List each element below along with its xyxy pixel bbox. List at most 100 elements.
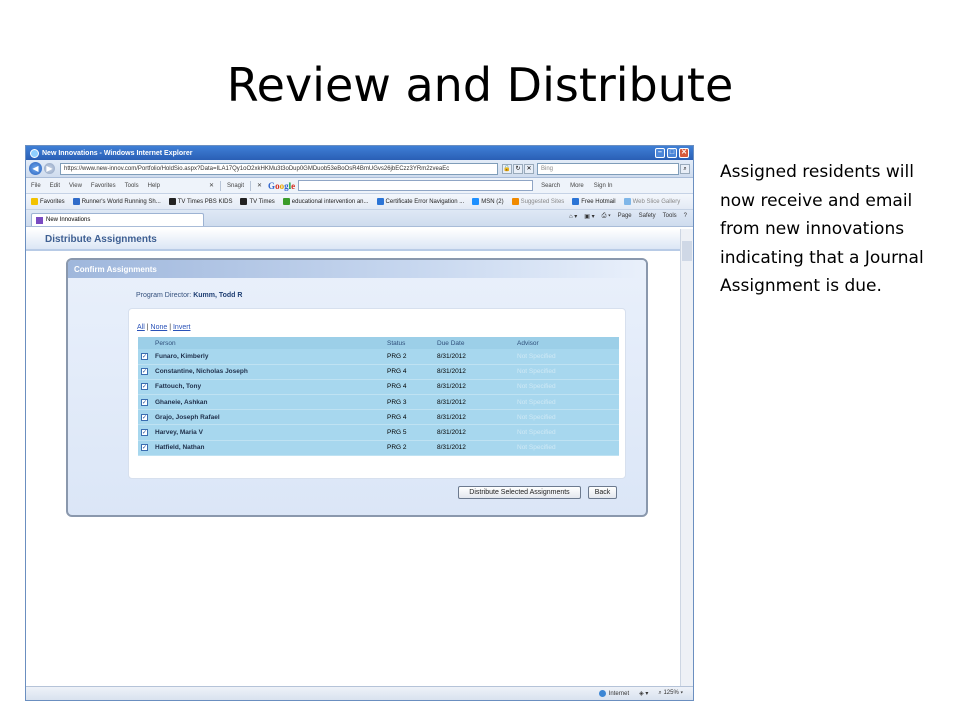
page-header: Distribute Assignments — [26, 229, 681, 251]
tv-icon — [168, 198, 176, 205]
status-bar: Internet ◈ ▾ ⌕ 125% ▾ — [26, 686, 693, 700]
search-icon[interactable]: ⌕ — [680, 163, 690, 174]
favorite-item[interactable]: Web Slice Gallery — [623, 198, 680, 205]
table-row: ✓ Ghaneie, Ashkan PRG 3 8/31/2012 Not Sp… — [138, 394, 619, 411]
minimize-button[interactable]: – — [655, 148, 665, 158]
confirm-panel: Confirm Assignments Program Director: Ku… — [66, 258, 648, 517]
row-checkbox[interactable]: ✓ — [141, 429, 148, 437]
command-bar: ⌂ ▾ ▣ ▾ ⎙ ▾ Page Safety Tools ? — [569, 213, 687, 220]
menu-file[interactable]: File — [31, 183, 41, 189]
table-row: ✓ Constantine, Nicholas Joseph PRG 4 8/3… — [138, 364, 619, 380]
url-input[interactable]: https://www.new-innov.com/Portfolio/Hold… — [60, 162, 498, 175]
stop-icon[interactable]: ✕ — [524, 163, 534, 174]
menu-help[interactable]: Help — [148, 183, 160, 189]
favorite-item[interactable]: MSN (2) — [472, 198, 504, 205]
person-name: Grajo, Joseph Rafael — [152, 409, 384, 426]
column-due-date: Due Date — [434, 337, 514, 349]
maximize-button[interactable]: □ — [667, 148, 677, 158]
status-cell: PRG 4 — [384, 364, 434, 380]
status-cell: PRG 2 — [384, 349, 434, 365]
person-name: Harvey, Maria V — [152, 424, 384, 441]
row-checkbox[interactable]: ✓ — [141, 352, 148, 360]
favorites-button[interactable]: Favorites — [31, 198, 65, 205]
address-bar: ◀ ▶ https://www.new-innov.com/Portfolio/… — [26, 160, 693, 178]
tab-new-innovations[interactable]: New Innovations — [31, 213, 204, 226]
slide-title: Review and Distribute — [226, 58, 734, 112]
favorite-item[interactable]: Suggested Sites — [511, 198, 564, 205]
panel-title: Confirm Assignments — [68, 260, 646, 278]
back-button[interactable]: Back — [588, 486, 617, 499]
menu-view[interactable]: View — [69, 183, 82, 189]
toolbar-divider — [220, 180, 221, 191]
assignments-table: Person Status Due Date Advisor ✓ Funaro,… — [138, 337, 619, 456]
back-arrow-icon[interactable]: ◀ — [29, 162, 42, 175]
person-name: Fattouch, Tony — [152, 379, 384, 396]
site-favicon-icon — [36, 216, 43, 224]
table-row: ✓ Funaro, Kimberly PRG 2 8/31/2012 Not S… — [138, 349, 619, 365]
due-date-cell: 8/31/2012 — [434, 394, 514, 411]
toolbar-close-icon[interactable]: ✕ — [209, 182, 214, 189]
slide-side-text: Assigned residents will now receive and … — [720, 162, 924, 296]
person-name: Funaro, Kimberly — [152, 349, 384, 365]
protected-mode-icon[interactable]: ◈ ▾ — [639, 690, 648, 697]
table-row: ✓ Hatfield, Nathan PRG 2 8/31/2012 Not S… — [138, 440, 619, 456]
menu-favorites[interactable]: Favorites — [91, 183, 116, 189]
zoom-level[interactable]: ⌕ 125% ▾ — [658, 690, 683, 697]
page-content: Distribute Assignments Confirm Assignmen… — [26, 229, 681, 686]
advisor-cell: Not Specified — [514, 394, 619, 411]
tools-menu[interactable]: Tools — [663, 213, 677, 220]
select-invert-link[interactable]: Invert — [173, 324, 191, 331]
ie-page-icon — [376, 198, 384, 205]
person-name: Constantine, Nicholas Joseph — [152, 364, 384, 380]
bing-placeholder: Bing — [541, 165, 554, 172]
favorite-item[interactable]: TV Times PBS KIDS — [168, 198, 232, 205]
advisor-cell: Not Specified — [514, 379, 619, 396]
column-person: Person — [152, 337, 384, 349]
google-search-input[interactable] — [298, 180, 534, 191]
favorite-item[interactable]: Runner's World Running Sh... — [72, 198, 161, 205]
favorite-item[interactable]: Certificate Error Navigation ... — [376, 198, 464, 205]
google-more-button[interactable]: More — [570, 183, 584, 189]
advisor-cell: Not Specified — [514, 424, 619, 441]
help-icon[interactable]: ? — [684, 213, 687, 220]
forward-arrow-icon[interactable]: ▶ — [44, 163, 55, 174]
feeds-icon[interactable]: ▣ ▾ — [584, 213, 594, 220]
google-toolbar-close-icon[interactable]: ✕ — [257, 182, 262, 189]
print-icon[interactable]: ⎙ ▾ — [602, 213, 611, 220]
google-sign-in-button[interactable]: Sign In — [594, 183, 613, 189]
table-row: ✓ Grajo, Joseph Rafael PRG 4 8/31/2012 N… — [138, 409, 619, 426]
program-director-name: Kumm, Todd R — [193, 292, 243, 299]
favorite-item[interactable]: Free Hotmail — [572, 198, 616, 205]
refresh-icon[interactable]: ↻ — [513, 163, 523, 174]
row-checkbox[interactable]: ✓ — [141, 368, 148, 376]
bing-search-input[interactable]: Bing — [537, 162, 679, 175]
advisor-cell: Not Specified — [514, 364, 619, 380]
snagit-button[interactable]: Snagit — [227, 183, 244, 189]
rw-icon — [72, 198, 80, 205]
favorite-item[interactable]: TV Times — [240, 198, 275, 205]
page-menu[interactable]: Page — [618, 213, 632, 220]
distribute-selected-button[interactable]: Distribute Selected Assignments — [458, 486, 581, 499]
checkbox-column-header — [138, 337, 152, 349]
favorite-item[interactable]: educational intervention an... — [282, 198, 369, 205]
row-checkbox[interactable]: ✓ — [141, 444, 148, 452]
safety-menu[interactable]: Safety — [639, 213, 656, 220]
scrollbar-thumb[interactable] — [682, 241, 692, 261]
menu-edit[interactable]: Edit — [50, 183, 60, 189]
google-search-button[interactable]: Search — [541, 183, 560, 189]
column-advisor: Advisor — [514, 337, 619, 349]
row-checkbox[interactable]: ✓ — [141, 413, 148, 421]
tv-icon — [240, 198, 248, 205]
vertical-scrollbar[interactable] — [680, 229, 693, 686]
select-none-link[interactable]: None — [151, 324, 168, 331]
status-cell: PRG 2 — [384, 440, 434, 456]
lock-icon[interactable]: 🔒 — [502, 163, 512, 174]
home-icon[interactable]: ⌂ ▾ — [569, 213, 577, 220]
row-checkbox[interactable]: ✓ — [141, 383, 148, 391]
program-director: Program Director: Kumm, Todd R — [136, 292, 243, 299]
row-checkbox[interactable]: ✓ — [141, 398, 148, 406]
menu-tools[interactable]: Tools — [125, 183, 139, 189]
browser-window: New Innovations - Windows Internet Explo… — [25, 145, 694, 701]
close-button[interactable]: ✕ — [679, 148, 689, 158]
select-all-link[interactable]: All — [137, 324, 145, 331]
